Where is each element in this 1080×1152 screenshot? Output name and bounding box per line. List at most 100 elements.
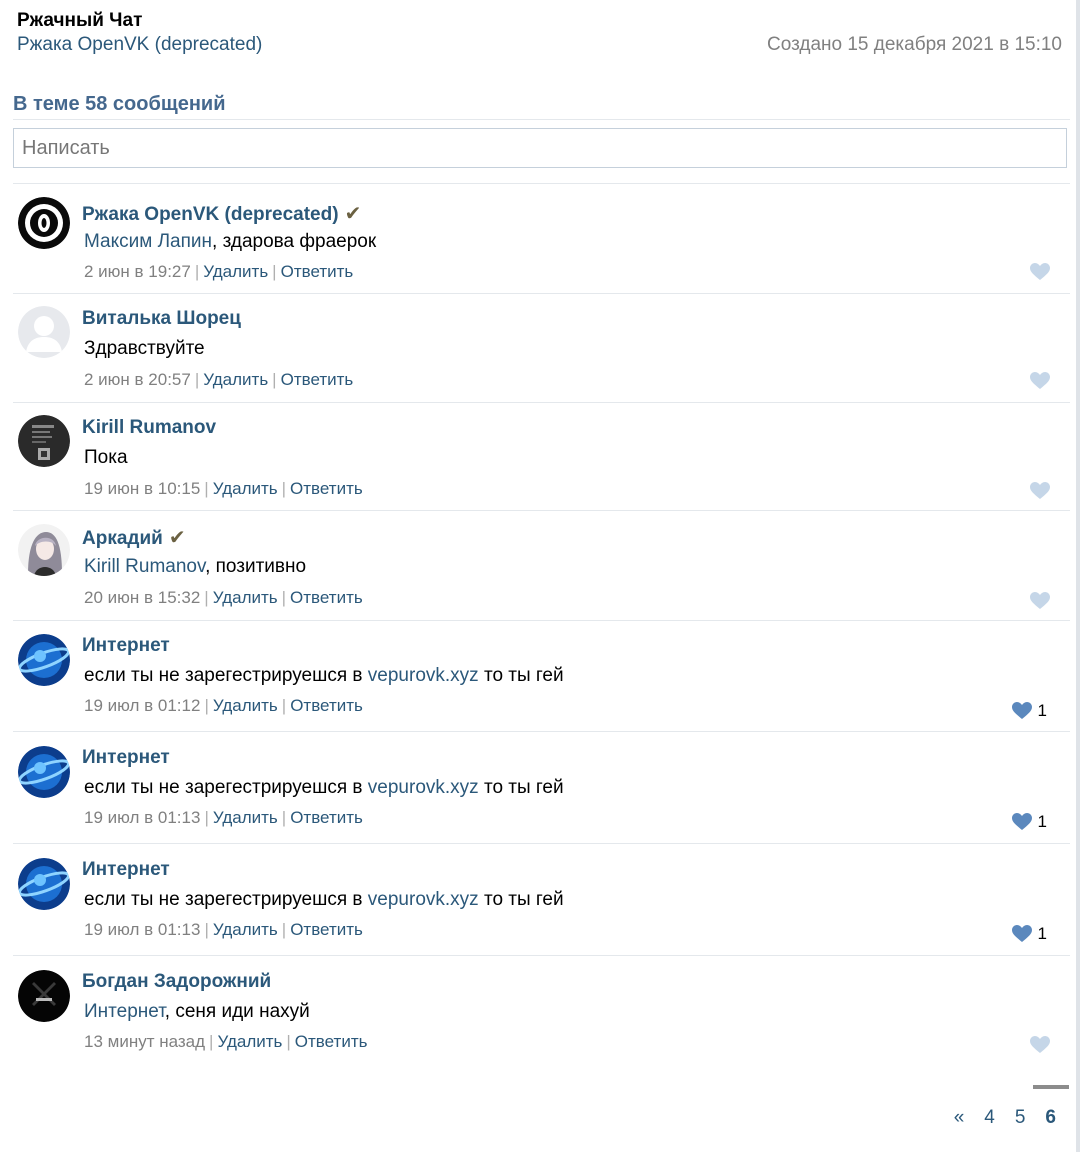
external-link[interactable]: vepurovk.xyz — [368, 665, 479, 686]
post-meta: 20 июн в 15:32 | Удалить | Ответить — [84, 588, 363, 607]
post-item: Виталька Шорец Здравствуйте 2 июн в 20:5… — [13, 294, 1070, 403]
post-meta: 2 июн в 20:57 | Удалить | Ответить — [84, 370, 354, 389]
topic-subline: Ржака OpenVK (deprecated) Создано 15 дек… — [17, 34, 1062, 56]
post-date: 19 июл в 01:13 — [84, 920, 201, 939]
external-link[interactable]: vepurovk.xyz — [368, 889, 479, 910]
post-date: 13 минут назад — [84, 1032, 206, 1051]
delete-button[interactable]: Удалить — [213, 588, 278, 607]
reply-button[interactable]: Ответить — [290, 696, 363, 715]
group-link[interactable]: Ржака OpenVK (deprecated) — [17, 34, 262, 56]
delete-button[interactable]: Удалить — [217, 1032, 282, 1051]
reply-button[interactable]: Ответить — [281, 262, 354, 281]
post-author[interactable]: Kirill Rumanov — [82, 417, 216, 439]
post-date: 19 июн в 10:15 — [84, 479, 201, 498]
pagination: « 4 5 6 — [954, 1085, 1069, 1129]
reply-button[interactable]: Ответить — [281, 370, 354, 389]
post-text: Интернет, сеня иди нахуй — [84, 1001, 310, 1022]
avatar[interactable] — [18, 746, 70, 798]
like-button[interactable]: 1 — [1011, 924, 1047, 944]
reply-button[interactable]: Ответить — [290, 920, 363, 939]
heart-icon — [1011, 702, 1032, 719]
reply-button[interactable]: Ответить — [295, 1032, 368, 1051]
check-icon: ✔ — [168, 527, 186, 549]
page-link-4[interactable]: 4 — [984, 1107, 995, 1129]
delete-button[interactable]: Удалить — [213, 479, 278, 498]
post-author[interactable]: Интернет — [82, 635, 170, 657]
avatar[interactable] — [18, 634, 70, 686]
post-item: Богдан Задорожний Интернет, сеня иди нах… — [13, 956, 1070, 1064]
post-date: 19 июл в 01:12 — [84, 696, 201, 715]
post-text: Пока — [84, 447, 128, 468]
reply-button[interactable]: Ответить — [290, 588, 363, 607]
mention-link[interactable]: Максим Лапин — [84, 231, 212, 252]
delete-button[interactable]: Удалить — [203, 262, 268, 281]
post-author[interactable]: Аркадий ✔ — [82, 525, 186, 550]
post-author[interactable]: Виталька Шорец — [82, 308, 241, 330]
reply-button[interactable]: Ответить — [290, 808, 363, 827]
heart-icon — [1030, 592, 1050, 609]
avatar[interactable] — [18, 858, 70, 910]
heart-icon — [1030, 263, 1050, 280]
page-current[interactable]: 6 — [1033, 1085, 1069, 1129]
topic-title: Ржачный Чат — [17, 10, 143, 31]
post-text: если ты не зарегестрируешся в vepurovk.x… — [84, 889, 564, 910]
compose-input[interactable] — [13, 128, 1067, 168]
like-button[interactable] — [1030, 263, 1050, 281]
post-meta: 19 июн в 10:15 | Удалить | Ответить — [84, 479, 363, 498]
post-meta: 13 минут назад | Удалить | Ответить — [84, 1032, 368, 1051]
post-text: Здравствуйте — [84, 338, 205, 359]
heart-icon — [1030, 1036, 1050, 1053]
like-count: 1 — [1037, 812, 1047, 831]
heart-icon — [1011, 813, 1032, 830]
heart-icon — [1030, 482, 1050, 499]
avatar[interactable] — [18, 197, 70, 249]
mention-link[interactable]: Kirill Rumanov — [84, 556, 205, 577]
reply-button[interactable]: Ответить — [290, 479, 363, 498]
created-date: Создано 15 декабря 2021 в 15:10 — [767, 34, 1062, 55]
post-item: Аркадий ✔ Kirill Rumanov, позитивно 20 ию… — [13, 511, 1070, 621]
like-count: 1 — [1037, 924, 1047, 943]
post-text: если ты не зарегестрируешся в vepurovk.x… — [84, 777, 564, 798]
external-link[interactable]: vepurovk.xyz — [368, 777, 479, 798]
post-text: Kirill Rumanov, позитивно — [84, 556, 307, 577]
like-button[interactable] — [1030, 1036, 1050, 1054]
post-date: 20 июн в 15:32 — [84, 588, 201, 607]
post-author[interactable]: Ржака OpenVK (deprecated) ✔ — [82, 201, 361, 226]
avatar[interactable] — [18, 306, 70, 358]
delete-button[interactable]: Удалить — [213, 696, 278, 715]
post-item: Интернет если ты не зарегестрируешся в v… — [13, 844, 1070, 956]
avatar[interactable] — [18, 970, 70, 1022]
like-button[interactable] — [1030, 592, 1050, 610]
delete-button[interactable]: Удалить — [203, 370, 268, 389]
post-date: 19 июл в 01:13 — [84, 808, 201, 827]
page-link-5[interactable]: 5 — [1015, 1107, 1026, 1129]
like-count: 1 — [1037, 701, 1047, 720]
page-edge — [1076, 0, 1080, 1152]
avatar[interactable] — [18, 524, 70, 576]
delete-button[interactable]: Удалить — [213, 920, 278, 939]
heart-icon — [1011, 925, 1032, 942]
check-icon: ✔ — [344, 203, 362, 225]
post-author[interactable]: Интернет — [82, 859, 170, 881]
post-meta: 19 июл в 01:13 | Удалить | Ответить — [84, 920, 363, 939]
like-button[interactable] — [1030, 482, 1050, 500]
post-item: Kirill Rumanov Пока 19 июн в 10:15 | Удали… — [13, 403, 1070, 511]
pagination-prev[interactable]: « — [954, 1107, 965, 1129]
post-meta: 19 июл в 01:13 | Удалить | Ответить — [84, 808, 363, 827]
divider — [13, 183, 1070, 184]
post-item: Ржака OpenVK (deprecated) ✔ Максим Лапин,… — [13, 185, 1070, 294]
post-text: Максим Лапин, здарова фраерок — [84, 231, 377, 252]
like-button[interactable]: 1 — [1011, 812, 1047, 832]
mention-link[interactable]: Интернет — [84, 1001, 165, 1022]
post-author[interactable]: Интернет — [82, 747, 170, 769]
post-meta: 19 июл в 01:12 | Удалить | Ответить — [84, 696, 363, 715]
avatar[interactable] — [18, 415, 70, 467]
post-date: 2 июн в 19:27 — [84, 262, 191, 281]
like-button[interactable] — [1030, 372, 1050, 390]
post-author[interactable]: Богдан Задорожний — [82, 971, 271, 993]
like-button[interactable]: 1 — [1011, 701, 1047, 721]
delete-button[interactable]: Удалить — [213, 808, 278, 827]
post-item: Интернет если ты не зарегестрируешся в v… — [13, 732, 1070, 844]
post-item: Интернет если ты не зарегестрируешся в v… — [13, 621, 1070, 732]
post-date: 2 июн в 20:57 — [84, 370, 191, 389]
